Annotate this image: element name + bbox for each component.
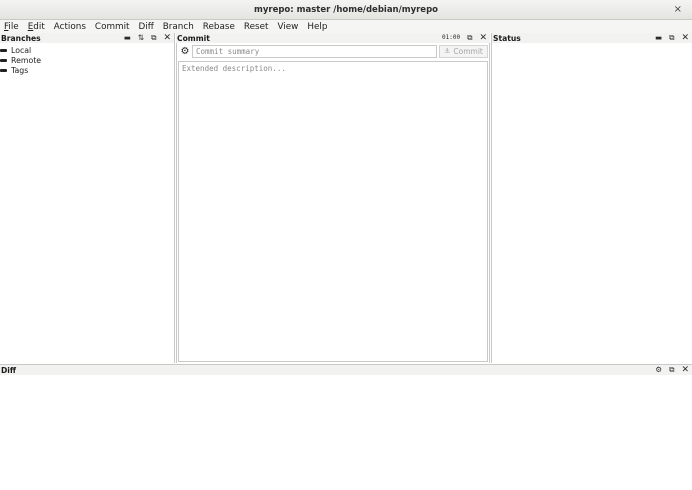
panel-divider — [489, 43, 490, 363]
branch-group-icon — [0, 48, 7, 52]
float-panel-icon[interactable]: ⧉ — [669, 33, 674, 43]
menu-view[interactable]: View — [277, 22, 298, 32]
status-panel: Status ▬ ⧉ ✕ — [491, 33, 692, 363]
window-title: myrepo: master /home/debian/myrepo — [253, 4, 438, 15]
menu-reset[interactable]: Reset — [244, 22, 269, 32]
commit-timer: 01:00 — [442, 34, 461, 41]
close-panel-icon[interactable]: ✕ — [163, 33, 171, 43]
collapse-icon[interactable]: ▬ — [655, 33, 662, 43]
commit-panel-header: Commit 01:00 ⧉ ✕ — [176, 33, 490, 43]
menu-branch[interactable]: Branch — [163, 22, 194, 32]
branches-tree: Local Remote Tags — [0, 45, 41, 75]
diff-panel-header: Diff ⚙ ⧉ ✕ — [0, 365, 692, 375]
menu-diff[interactable]: Diff — [138, 22, 153, 32]
status-panel-header: Status ▬ ⧉ ✕ — [492, 33, 692, 43]
tree-item-remote[interactable]: Remote — [0, 55, 41, 65]
diff-panel: Diff ⚙ ⧉ ✕ — [0, 364, 692, 490]
window-close-icon[interactable]: × — [674, 4, 682, 15]
menu-file[interactable]: File — [4, 22, 19, 32]
branches-panel-title: Branches — [1, 33, 41, 43]
window-titlebar: myrepo: master /home/debian/myrepo × — [0, 0, 692, 20]
extended-description-input[interactable] — [178, 61, 488, 362]
menu-edit[interactable]: Edit — [28, 22, 45, 32]
commit-panel: Commit 01:00 ⧉ ✕ ⚙ ⚓ Commit — [176, 33, 490, 363]
menu-actions[interactable]: Actions — [54, 22, 86, 32]
branches-panel: Branches ▬ ⇅ ⧉ ✕ Local Remote Tags — [0, 33, 175, 363]
menu-rebase[interactable]: Rebase — [203, 22, 235, 32]
collapse-icon[interactable]: ▬ — [124, 33, 131, 43]
close-panel-icon[interactable]: ✕ — [681, 33, 689, 43]
float-panel-icon[interactable]: ⧉ — [669, 365, 674, 375]
panel-divider — [176, 43, 177, 363]
menu-help[interactable]: Help — [307, 22, 327, 32]
float-panel-icon[interactable]: ⧉ — [467, 33, 472, 43]
commit-summary-input[interactable] — [192, 44, 437, 58]
gear-icon[interactable]: ⚙ — [178, 46, 192, 57]
gear-icon[interactable]: ⚙ — [655, 365, 662, 375]
close-panel-icon[interactable]: ✕ — [479, 33, 487, 43]
float-panel-icon[interactable]: ⧉ — [151, 33, 156, 43]
tree-item-tags[interactable]: Tags — [0, 65, 41, 75]
commit-button[interactable]: ⚓ Commit — [439, 44, 488, 58]
menu-commit[interactable]: Commit — [95, 22, 130, 32]
anchor-icon: ⚓ — [444, 47, 451, 55]
branch-group-icon — [0, 68, 7, 72]
commit-panel-title: Commit — [177, 33, 210, 43]
menubar: File Edit Actions Commit Diff Branch Reb… — [0, 20, 692, 33]
branch-group-icon — [0, 58, 7, 62]
diff-panel-title: Diff — [1, 365, 17, 375]
commit-summary-row: ⚙ ⚓ Commit — [178, 44, 488, 58]
close-panel-icon[interactable]: ✕ — [681, 365, 689, 375]
sort-icon[interactable]: ⇅ — [138, 33, 144, 43]
branches-panel-header: Branches ▬ ⇅ ⧉ ✕ — [0, 33, 174, 43]
status-panel-title: Status — [493, 33, 521, 43]
tree-item-local[interactable]: Local — [0, 45, 41, 55]
